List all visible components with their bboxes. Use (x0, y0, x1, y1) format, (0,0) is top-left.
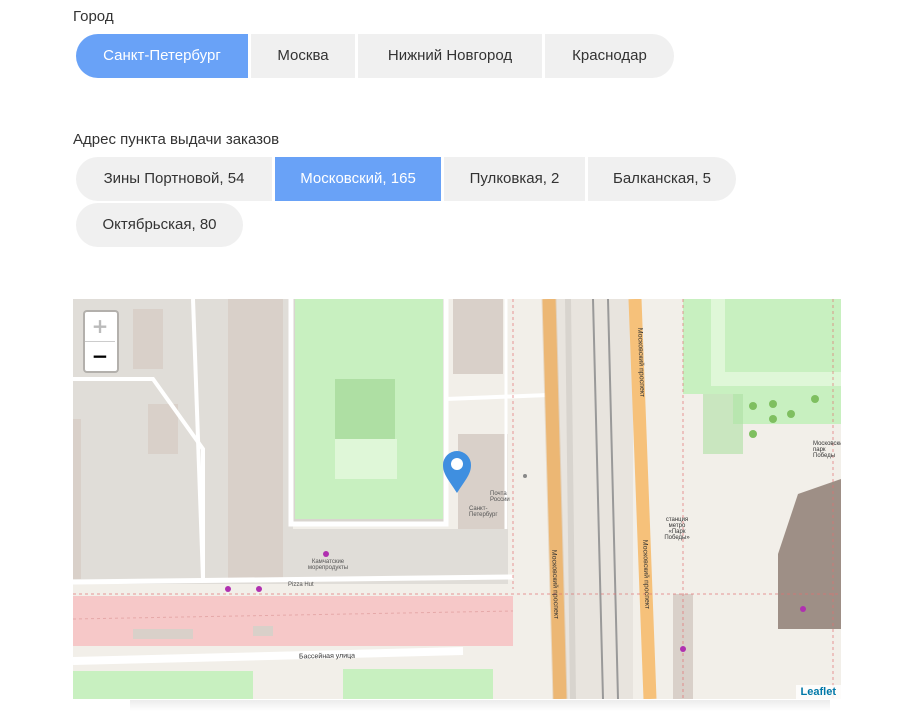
zoom-control: + − (83, 310, 119, 373)
zoom-in-button[interactable]: + (85, 312, 115, 342)
address-selector: Зины Портновой, 54 Московский, 165 Пулко… (76, 157, 776, 247)
street-label-bottom: Бассейная улица (298, 652, 356, 661)
post-label: Почта России (490, 491, 510, 503)
metro-label: станция метро «Парк Победы» (664, 517, 690, 541)
city-option-moscow[interactable]: Москва (251, 34, 355, 78)
address-option-portnovoy[interactable]: Зины Портновой, 54 (76, 157, 272, 201)
map-shadow (130, 700, 830, 711)
bank-label: Санкт-Петербург (469, 506, 498, 518)
map-tiles (73, 299, 841, 699)
city-selector: Санкт-Петербург Москва Нижний Новгород К… (76, 34, 674, 78)
city-option-spb[interactable]: Санкт-Петербург (76, 34, 248, 78)
kamchatka-label: Камчатские морепродукты (307, 559, 349, 571)
city-option-krasnodar[interactable]: Краснодар (545, 34, 674, 78)
address-option-pulkovskaya[interactable]: Пулковкая, 2 (444, 157, 585, 201)
city-option-nizhny[interactable]: Нижний Новгород (358, 34, 542, 78)
pizza-label: Pizza Hut (288, 582, 314, 588)
park-label: Московский парк Победы (813, 441, 841, 459)
address-option-oktyabrskaya[interactable]: Октябрьская, 80 (76, 203, 243, 247)
city-label: Город (73, 8, 114, 25)
map-attribution-link[interactable]: Leaflet (795, 685, 841, 699)
address-option-balkanskaya[interactable]: Балканская, 5 (588, 157, 736, 201)
pickup-map[interactable]: Бассейная улица Московский проспект Моск… (73, 299, 841, 699)
address-label: Адрес пункта выдачи заказов (73, 131, 280, 148)
address-option-moskovsky[interactable]: Московский, 165 (275, 157, 441, 201)
zoom-out-button[interactable]: − (85, 342, 115, 371)
